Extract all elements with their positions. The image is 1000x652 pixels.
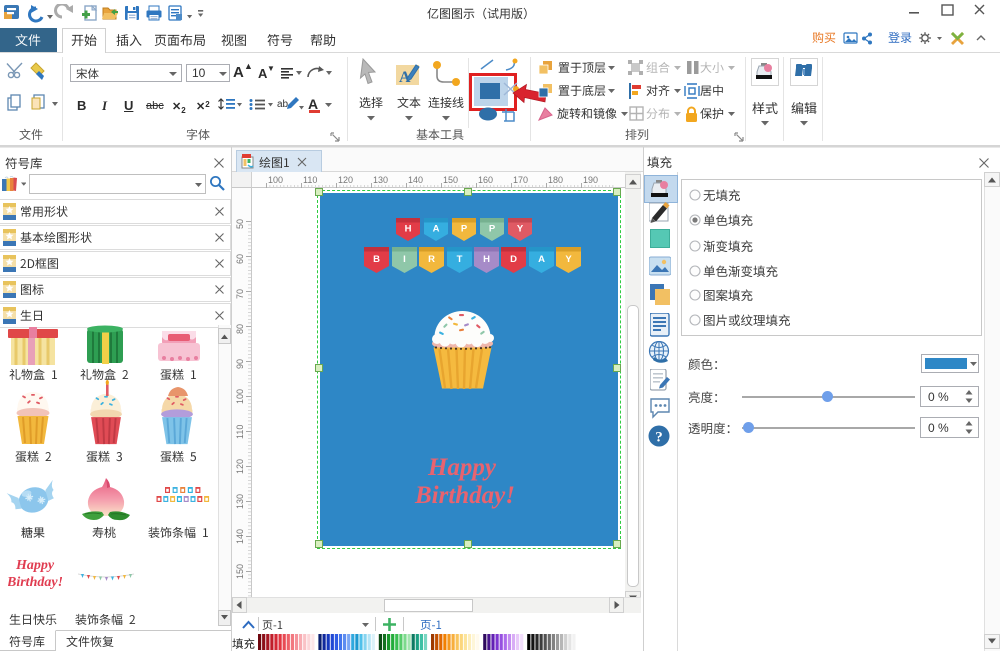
svg-text:130: 130 [373,175,388,185]
svg-text:170: 170 [513,175,528,185]
svg-text:90: 90 [235,359,245,369]
svg-text:Y: Y [517,223,524,234]
svg-text:100: 100 [268,175,283,185]
svg-text:P: P [489,223,496,234]
svg-text:120: 120 [338,175,353,185]
svg-text:190: 190 [583,175,598,185]
svg-text:160: 160 [478,175,493,185]
svg-text:T: T [457,254,463,265]
svg-text:180: 180 [548,175,563,185]
svg-text:A: A [433,223,440,234]
svg-text:Birthday!: Birthday! [414,482,515,509]
svg-text:H: H [483,254,490,265]
svg-text:130: 130 [235,494,245,509]
svg-text:110: 110 [303,175,317,185]
svg-text:150: 150 [235,564,245,579]
svg-text:50: 50 [235,219,245,229]
svg-text:H: H [405,223,412,234]
svg-text:ab: ab [277,99,289,110]
svg-text:I: I [403,254,406,265]
svg-text:B: B [373,254,380,265]
svg-text:A: A [538,254,545,265]
svg-text:60: 60 [235,254,245,264]
svg-text:R: R [428,254,435,265]
svg-text:100: 100 [235,389,245,404]
svg-text:140: 140 [408,175,423,185]
svg-text:D: D [510,254,517,265]
svg-text:140: 140 [235,529,245,544]
svg-text:110: 110 [235,425,245,439]
svg-text:150: 150 [443,175,458,185]
svg-text:?: ? [655,430,663,446]
svg-text:P: P [461,223,468,234]
svg-text:Y: Y [565,254,572,265]
svg-text:Happy: Happy [427,454,497,481]
svg-text:Happy: Happy [15,558,55,573]
svg-text:70: 70 [235,289,245,299]
svg-text:80: 80 [235,324,245,334]
svg-text:Birthday!: Birthday! [8,575,62,590]
svg-text:120: 120 [235,459,245,474]
